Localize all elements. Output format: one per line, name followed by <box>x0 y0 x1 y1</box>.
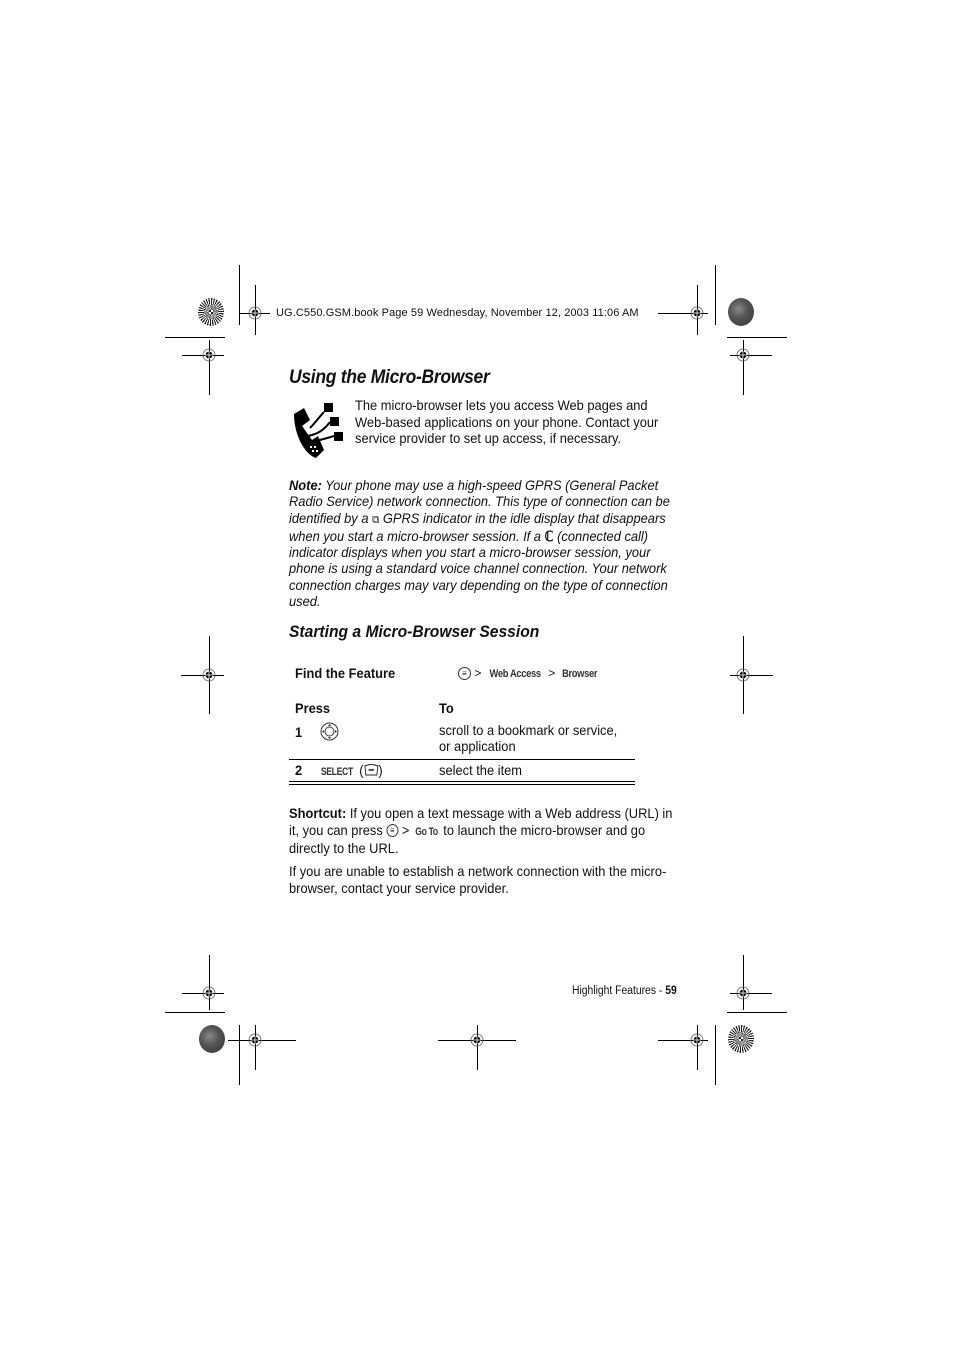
step-number: 2 <box>295 762 303 778</box>
table-header-press: Press <box>295 700 331 716</box>
path-separator: > <box>544 666 559 680</box>
step-number: 1 <box>295 724 303 740</box>
registration-mark-icon <box>736 348 750 362</box>
path-separator: > <box>471 666 485 680</box>
section-title: Using the Micro-Browser <box>289 367 490 388</box>
page-number: 59 <box>665 985 677 997</box>
gray-target-icon <box>199 1025 225 1053</box>
crop-line <box>165 337 225 338</box>
connected-call-icon: ℂ <box>544 527 554 544</box>
registration-mark-icon <box>202 668 216 682</box>
menu-item-go-to: Go To <box>415 825 438 838</box>
crop-line <box>239 265 240 325</box>
crop-line <box>727 337 787 338</box>
table-bottom-rule <box>289 781 635 782</box>
footer-section: Highlight Features - <box>572 985 666 997</box>
crop-line <box>165 1012 225 1013</box>
step-description: scroll to a bookmark or service, or appl… <box>439 722 618 754</box>
path-separator: > <box>398 821 414 838</box>
nav-key-icon <box>320 722 339 741</box>
registration-mark-icon <box>690 306 704 320</box>
shortcut-paragraph: Shortcut: If you open a text message wit… <box>289 805 675 857</box>
star-target-icon <box>728 1025 754 1053</box>
table-header-to: To <box>439 700 454 716</box>
registration-mark-icon <box>248 306 262 320</box>
menu-item-browser: Browser <box>561 668 597 680</box>
soft-key-icon <box>364 764 378 776</box>
crop-line <box>743 955 744 1010</box>
note-paragraph: Note: Your phone may use a high-speed GP… <box>289 477 675 609</box>
note-label: Note: <box>289 477 322 493</box>
crop-line <box>715 1025 716 1085</box>
registration-mark-icon <box>202 986 216 1000</box>
find-feature-label: Find the Feature <box>295 665 396 681</box>
gray-target-icon <box>728 298 754 326</box>
intro-text: The micro-browser lets you access Web pa… <box>355 397 659 446</box>
crop-line <box>228 1040 296 1041</box>
page-footer: Highlight Features - 59 <box>572 985 677 997</box>
menu-key-icon: ≡ <box>458 667 471 681</box>
print-slug: UG.C550.GSM.book Page 59 Wednesday, Nove… <box>276 307 639 319</box>
table-divider <box>289 759 635 760</box>
registration-mark-icon <box>736 668 750 682</box>
crop-line <box>697 1025 698 1070</box>
star-target-icon <box>198 298 224 326</box>
table-bottom-rule <box>289 784 635 785</box>
registration-mark-icon <box>248 1033 262 1047</box>
crop-line <box>239 1025 240 1085</box>
registration-mark-icon <box>690 1033 704 1047</box>
menu-item-web-access: Web Access <box>489 668 541 680</box>
phone-web-icon <box>294 403 343 458</box>
select-key-label: SELECT <box>320 766 353 778</box>
registration-mark-icon <box>736 986 750 1000</box>
find-feature-path: ≡ > Web Access > Browser <box>458 666 600 681</box>
crop-line <box>255 1025 256 1070</box>
closing-paragraph: If you are unable to establish a network… <box>289 863 667 896</box>
registration-mark-icon <box>470 1033 484 1047</box>
crop-line <box>477 1025 478 1070</box>
select-key: SELECT () <box>320 762 383 778</box>
crop-line <box>727 1012 787 1013</box>
registration-mark-icon <box>202 348 216 362</box>
menu-key-icon: ≡ <box>386 824 399 838</box>
shortcut-label: Shortcut: <box>289 805 347 821</box>
subsection-title: Starting a Micro-Browser Session <box>289 622 540 641</box>
crop-line <box>715 265 716 325</box>
crop-line <box>209 955 210 1010</box>
step-description: select the item <box>439 762 523 778</box>
